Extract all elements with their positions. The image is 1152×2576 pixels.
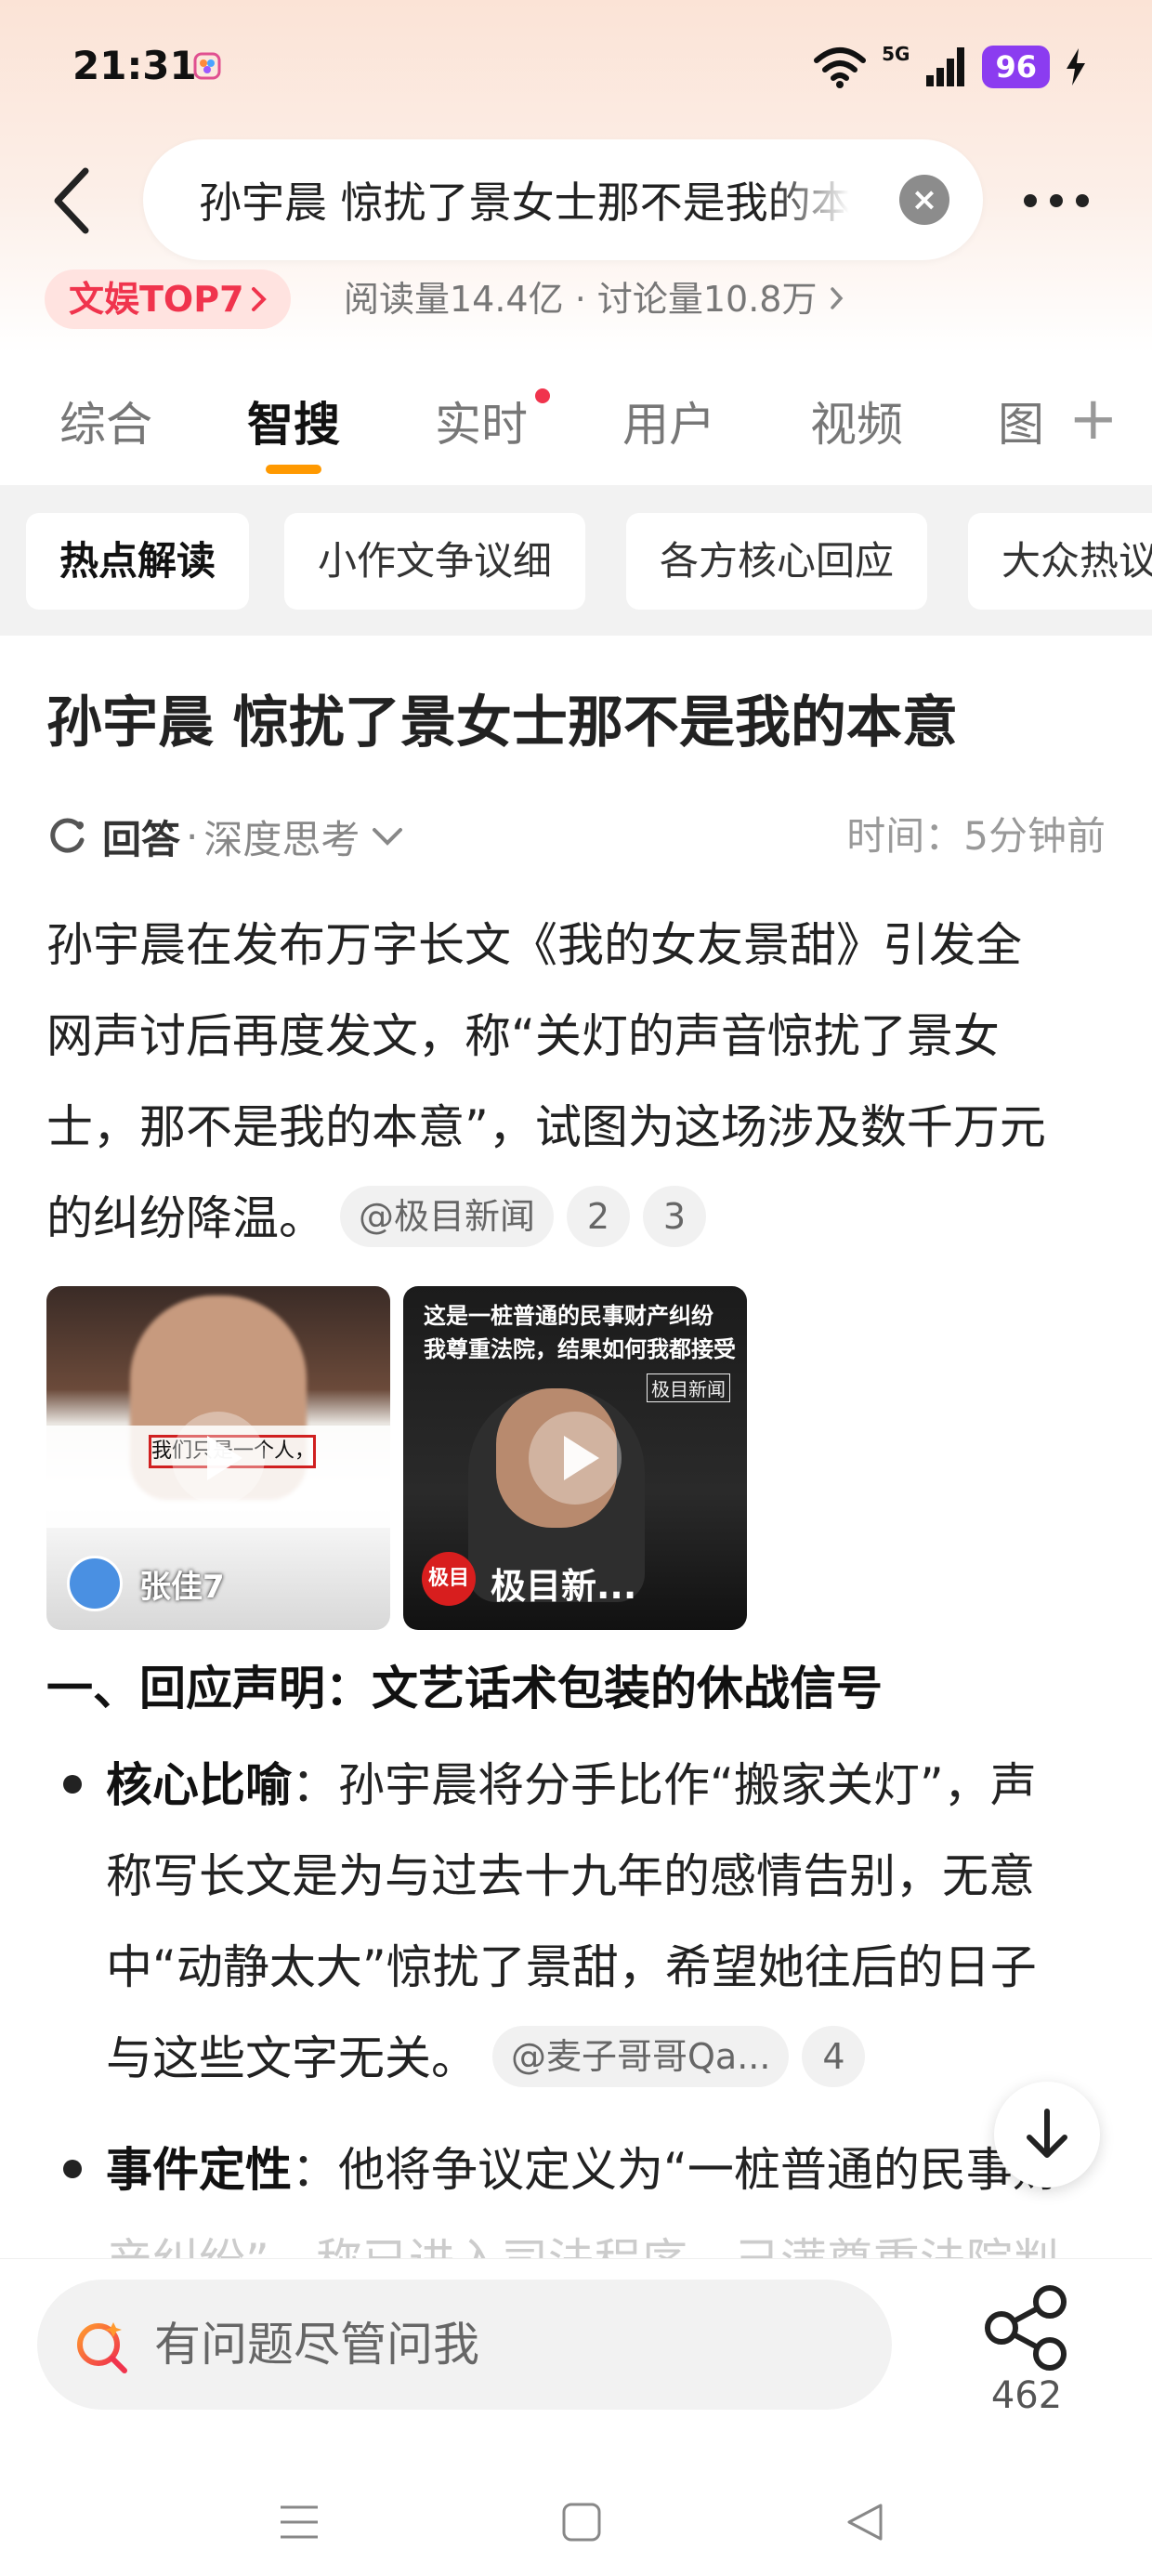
bullet-event-nature: 事件定性：他将争议定义为“一桩普通的民事财 产纠纷”，称已进入司法程序，己满尊重… <box>106 2143 1059 2258</box>
play-icon[interactable] <box>529 1412 622 1505</box>
answer-timestamp: 时间：5分钟前 <box>846 813 1106 859</box>
section-heading: 一、回应声明：文艺话术包装的休战信号 <box>46 1662 883 1715</box>
ai-search-icon <box>77 2322 127 2373</box>
answer-label: 回答 <box>102 816 181 862</box>
video-author: 张佳7 <box>139 1569 225 1606</box>
video-channel: 极目新... <box>491 1566 637 1607</box>
tab-users[interactable]: 用户 <box>622 392 715 457</box>
hot-topic-badge[interactable]: 文娱TOP7 <box>45 269 291 329</box>
intro-line: 士，那不是我的本意”，试图为这场涉及数千万元 <box>46 1100 1046 1154</box>
intro-line: 网声讨后再度发文，称“关灯的声音惊扰了景女 <box>46 1009 1000 1063</box>
ask-input[interactable]: 有问题尽管问我 <box>37 2280 892 2410</box>
network-type: 5G <box>882 43 910 65</box>
hot-topic-label: 文娱TOP7 <box>69 279 244 320</box>
add-tab-icon[interactable]: + <box>1068 387 1119 452</box>
video-thumbnail-1[interactable]: 我们只是一个人，太轻了 张佳7 <box>46 1286 390 1630</box>
chip-public-discussion[interactable]: 大众热议 <box>968 513 1152 610</box>
search-tabs: 综合 智搜 实时 用户 视频 图 + <box>0 372 1152 483</box>
news-watermark: 极目新闻 <box>647 1373 730 1402</box>
reference-number[interactable]: 4 <box>802 2025 866 2087</box>
topic-stats-text: 阅读量14.4亿 · 讨论量10.8万 <box>344 279 818 320</box>
chip-core-responses[interactable]: 各方核心回应 <box>626 513 928 610</box>
wifi-icon <box>814 47 867 88</box>
chevron-right-icon <box>830 287 843 309</box>
status-bar: 21:31 5G 96 <box>0 0 1152 139</box>
bullet-term: 事件定性 <box>106 2143 292 2197</box>
topic-chips: 热点解读 小作文争议细 各方核心回应 大众热议 <box>0 485 1152 636</box>
arrow-down-icon <box>1027 2109 1067 2158</box>
active-tab-indicator <box>266 465 321 474</box>
tab-videos[interactable]: 视频 <box>810 392 903 457</box>
chip-essay-dispute[interactable]: 小作文争议细 <box>284 513 586 610</box>
battery-level: 96 <box>982 46 1050 88</box>
reference-number[interactable]: 3 <box>643 1185 707 1247</box>
tab-comprehensive[interactable]: 综合 <box>59 392 152 457</box>
charging-icon <box>1067 48 1085 85</box>
bullet-core-metaphor: 核心比喻：孙宇晨将分手比作“搬家关灯”，声 称写长文是为与过去十九年的感情告别，… <box>106 1758 1037 2087</box>
bullet-dot <box>63 2160 82 2178</box>
tab-smart-search[interactable]: 智搜 <box>247 392 340 457</box>
video-thumbnail-2[interactable]: 这是一桩普通的民事财产纠纷 我尊重法院，结果如何我都接受 极目新闻 极目 极目新… <box>403 1286 747 1630</box>
app-notification-icon <box>193 52 221 80</box>
deep-think-mode: 深度思考 <box>203 816 360 862</box>
avatar <box>67 1556 123 1611</box>
tab-images[interactable]: 图 <box>998 392 1044 457</box>
share-icon[interactable] <box>975 2281 1078 2374</box>
bullet-term: 核心比喻 <box>106 1758 292 1812</box>
back-arrow-icon[interactable] <box>45 164 100 238</box>
chevron-down-icon <box>373 828 403 846</box>
share-count: 462 <box>990 2374 1063 2417</box>
more-options-icon[interactable] <box>1024 182 1104 219</box>
status-indicators: 5G 96 <box>813 41 1087 93</box>
bullet-dot <box>63 1775 82 1794</box>
ask-placeholder: 有问题尽管问我 <box>154 2318 479 2372</box>
signal-icon <box>926 47 965 86</box>
scroll-down-button[interactable] <box>994 2082 1100 2188</box>
status-time: 21:31 <box>72 43 197 88</box>
chip-hot-interpretation[interactable]: 热点解读 <box>26 513 250 610</box>
intro-paragraph: 孙宇晨在发布万字长文《我的女友景甜》引发全 网声讨后再度发文，称“关灯的声音惊扰… <box>46 900 1106 1264</box>
source-citation[interactable]: @麦子哥哥Qa... <box>492 2025 790 2087</box>
answer-content: 孙宇晨 惊扰了景女士那不是我的本意 回答 · 深度思考 时间：5分钟前 孙宇晨在… <box>0 636 1152 2258</box>
answer-title: 孙宇晨 惊扰了景女士那不是我的本意 <box>46 690 958 756</box>
back-triangle-icon[interactable] <box>844 2502 884 2543</box>
play-icon[interactable] <box>172 1412 265 1505</box>
clear-search-icon[interactable]: × <box>899 175 949 225</box>
new-content-dot <box>535 388 550 403</box>
channel-logo-icon: 极目 <box>422 1552 476 1606</box>
video-headline-2: 我尊重法院，结果如何我都接受 <box>424 1336 736 1362</box>
search-input[interactable]: 孙宇晨 惊扰了景女士那不是我的本意 × <box>143 139 983 260</box>
topic-stats[interactable]: 阅读量14.4亿 · 讨论量10.8万 <box>344 269 845 329</box>
intro-line-last: 的纠纷降温。 @极目新闻 2 3 <box>46 1173 1106 1264</box>
answer-mode-selector[interactable]: 回答 · 深度思考 <box>46 808 406 864</box>
intro-line: 孙宇晨在发布万字长文《我的女友景甜》引发全 <box>46 918 1022 972</box>
tab-realtime[interactable]: 实时 <box>435 392 528 457</box>
bottom-bar: 有问题尽管问我 462 <box>0 2258 1152 2464</box>
reference-number[interactable]: 2 <box>567 1185 631 1247</box>
home-icon[interactable] <box>561 2502 602 2543</box>
search-query-text: 孙宇晨 惊扰了景女士那不是我的本意 <box>199 177 849 228</box>
video-headline-1: 这是一桩普通的民事财产纠纷 <box>424 1303 713 1329</box>
system-nav-bar <box>0 2464 1152 2576</box>
refresh-spinner-icon <box>50 818 85 853</box>
source-citation[interactable]: @极目新闻 <box>340 1185 555 1247</box>
chevron-right-icon <box>251 287 267 311</box>
menu-icon[interactable] <box>279 2504 320 2541</box>
